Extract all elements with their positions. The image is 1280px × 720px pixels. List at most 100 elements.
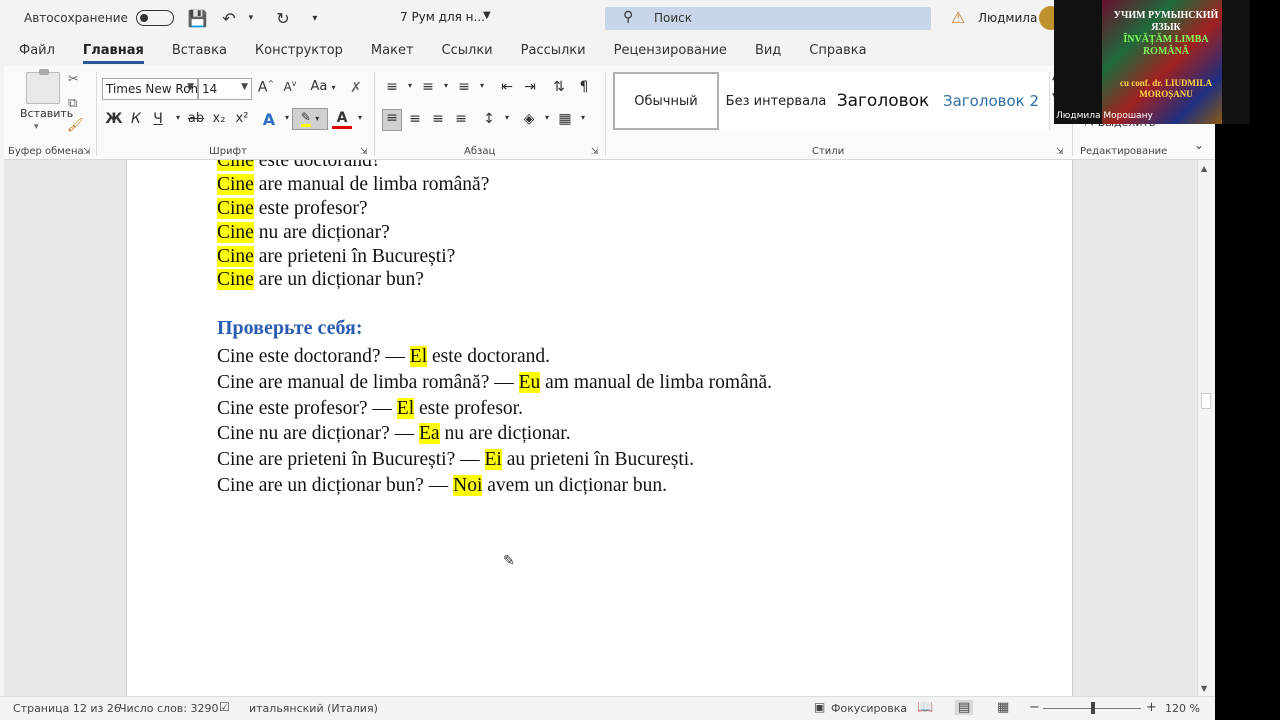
bullets-dropdown-icon[interactable]: ▾ bbox=[400, 81, 420, 90]
font-launcher-icon[interactable]: ⇲ bbox=[360, 147, 368, 157]
bold-button[interactable]: Ж bbox=[104, 111, 124, 127]
undo-icon[interactable]: ↶ bbox=[220, 9, 238, 28]
style-normal[interactable]: Обычный bbox=[613, 72, 719, 130]
align-left-icon[interactable]: ≡ bbox=[382, 109, 402, 131]
shading-dropdown-icon[interactable]: ▾ bbox=[537, 113, 557, 122]
align-right-icon[interactable]: ≡ bbox=[428, 111, 448, 127]
redo-icon[interactable]: ↻ bbox=[274, 9, 292, 28]
styles-launcher-icon[interactable]: ⇲ bbox=[1056, 147, 1064, 157]
shading-icon[interactable]: ◈ bbox=[519, 111, 539, 127]
decrease-indent-icon[interactable]: ⇤ bbox=[497, 79, 517, 95]
paste-button[interactable]: Вставить bbox=[20, 107, 73, 120]
tab-mailings[interactable]: Рассылки bbox=[507, 36, 600, 66]
line-spacing-icon[interactable]: ↕ bbox=[479, 111, 499, 127]
borders-dropdown-icon[interactable]: ▾ bbox=[573, 113, 593, 122]
style-heading-1[interactable]: Заголовок bbox=[831, 72, 935, 130]
highlight-color-button[interactable]: ✎ ▾ bbox=[292, 108, 328, 130]
page-counter[interactable]: Страница 12 из 26 bbox=[13, 702, 121, 715]
scroll-thumb[interactable] bbox=[1201, 393, 1211, 409]
strikethrough-button[interactable]: ab bbox=[186, 111, 206, 126]
align-center-icon[interactable]: ≡ bbox=[405, 111, 425, 127]
shrink-font-button[interactable]: Av bbox=[280, 79, 300, 94]
change-case-button[interactable]: Aa ▾ bbox=[306, 79, 340, 94]
multilevel-list-icon[interactable]: ≡ bbox=[454, 79, 474, 95]
paste-icon[interactable] bbox=[26, 69, 60, 104]
zoom-in-icon[interactable]: + bbox=[1146, 700, 1157, 715]
superscript-button[interactable]: x² bbox=[232, 111, 252, 126]
proofing-icon[interactable]: ☑ bbox=[219, 700, 230, 714]
warning-icon[interactable]: ⚠ bbox=[951, 8, 969, 27]
line-spacing-dropdown-icon[interactable]: ▾ bbox=[497, 113, 517, 122]
text-effects-icon[interactable]: A bbox=[259, 110, 279, 129]
underline-dropdown-icon[interactable]: ▾ bbox=[168, 113, 188, 122]
show-marks-icon[interactable]: ¶ bbox=[574, 79, 594, 95]
numbering-dropdown-icon[interactable]: ▾ bbox=[436, 81, 456, 90]
italic-button[interactable]: К bbox=[126, 111, 146, 127]
chevron-down-icon[interactable]: ▼ bbox=[483, 10, 491, 21]
bullets-icon[interactable]: ≡ bbox=[382, 79, 402, 95]
highlighted-word: Cine bbox=[217, 198, 254, 219]
subscript-button[interactable]: x₂ bbox=[209, 111, 229, 126]
borders-icon[interactable]: ▦ bbox=[555, 111, 575, 127]
undo-dropdown-icon[interactable]: ▾ bbox=[242, 13, 260, 23]
customize-qat-icon[interactable]: ▾ bbox=[306, 13, 324, 24]
answer-question: Cine are manual de limba română? — bbox=[217, 372, 519, 393]
style-heading-2[interactable]: Заголовок 2 bbox=[935, 72, 1047, 130]
web-layout-icon[interactable]: ▦ bbox=[997, 700, 1009, 715]
scroll-down-icon[interactable]: ▼ bbox=[1201, 684, 1207, 693]
ribbon: Вставить ▾ ✂ ⧉ 🖌 Буфер обмена ⇲ Times Ne… bbox=[4, 66, 1215, 160]
zoom-level[interactable]: 120 % bbox=[1165, 702, 1200, 715]
clipboard-launcher-icon[interactable]: ⇲ bbox=[83, 147, 91, 157]
language-status[interactable]: итальянский (Италия) bbox=[249, 702, 378, 715]
document-title[interactable]: 7 Рум для н... bbox=[400, 10, 485, 24]
tab-layout[interactable]: Макет bbox=[357, 36, 428, 66]
autosave-label: Автосохранение bbox=[24, 11, 128, 25]
tab-design[interactable]: Конструктор bbox=[241, 36, 357, 66]
print-layout-icon[interactable]: ▤ bbox=[955, 700, 974, 715]
font-color-icon[interactable]: A bbox=[332, 110, 352, 129]
read-mode-icon[interactable]: 📖 bbox=[917, 700, 933, 715]
tab-home[interactable]: Главная bbox=[69, 36, 158, 66]
format-painter-icon[interactable]: 🖌 bbox=[67, 118, 84, 133]
autosave-toggle[interactable] bbox=[135, 10, 174, 26]
tab-review[interactable]: Рецензирование bbox=[600, 36, 741, 66]
font-size-input[interactable]: 14 ▼ bbox=[198, 78, 252, 100]
grow-font-button[interactable]: A^ bbox=[256, 79, 276, 96]
answer-line: Cine nu are dicționar? — Ea nu are dicți… bbox=[217, 423, 571, 445]
clear-formatting-icon[interactable]: ✗ bbox=[346, 80, 366, 96]
focus-button[interactable]: Фокусировка bbox=[831, 702, 907, 715]
font-color-dropdown-icon[interactable]: ▾ bbox=[350, 113, 370, 122]
font-name-input[interactable]: Times New Rom ▼ bbox=[102, 78, 198, 100]
numbering-icon[interactable]: ≡ bbox=[418, 79, 438, 95]
underline-button[interactable]: Ч bbox=[148, 111, 168, 127]
multilevel-dropdown-icon[interactable]: ▾ bbox=[472, 81, 492, 90]
document-page[interactable]: Cine este doctorand? Cine are manual de … bbox=[126, 160, 1073, 696]
scroll-up-icon[interactable]: ▲ bbox=[1201, 164, 1207, 173]
paste-dropdown-icon[interactable]: ▾ bbox=[34, 122, 39, 132]
focus-icon[interactable]: ▣ bbox=[814, 700, 825, 714]
user-name[interactable]: Людмила bbox=[978, 11, 1037, 25]
tab-help[interactable]: Справка bbox=[795, 36, 880, 66]
style-no-spacing[interactable]: Без интервала bbox=[721, 72, 831, 130]
answer-text: este doctorand. bbox=[427, 346, 551, 367]
copy-icon[interactable]: ⧉ bbox=[68, 96, 77, 111]
answer-line: Cine are manual de limba română? — Eu am… bbox=[217, 372, 772, 394]
cut-icon[interactable]: ✂ bbox=[68, 72, 79, 87]
answer-text: am manual de limba română. bbox=[540, 372, 773, 393]
word-count[interactable]: Число слов: 3290 bbox=[119, 702, 218, 715]
vertical-scrollbar[interactable]: ▲ ▼ bbox=[1197, 160, 1213, 696]
save-icon[interactable]: 💾 bbox=[188, 9, 208, 28]
tab-view[interactable]: Вид bbox=[741, 36, 795, 66]
paragraph-launcher-icon[interactable]: ⇲ bbox=[591, 147, 599, 157]
tab-references[interactable]: Ссылки bbox=[428, 36, 507, 66]
tab-file[interactable]: Файл bbox=[0, 36, 69, 66]
tab-insert[interactable]: Вставка bbox=[158, 36, 241, 66]
collapse-ribbon-icon[interactable]: ⌄ bbox=[1194, 138, 1204, 152]
sort-icon[interactable]: ⇅ bbox=[549, 79, 569, 95]
increase-indent-icon[interactable]: ⇥ bbox=[520, 79, 540, 95]
zoom-out-icon[interactable]: − bbox=[1029, 700, 1040, 715]
question-line: Cine este profesor? bbox=[217, 198, 368, 220]
search-input[interactable]: ⚲ Поиск bbox=[605, 7, 931, 30]
zoom-slider-thumb[interactable] bbox=[1091, 702, 1095, 714]
justify-icon[interactable]: ≡ bbox=[451, 111, 471, 127]
